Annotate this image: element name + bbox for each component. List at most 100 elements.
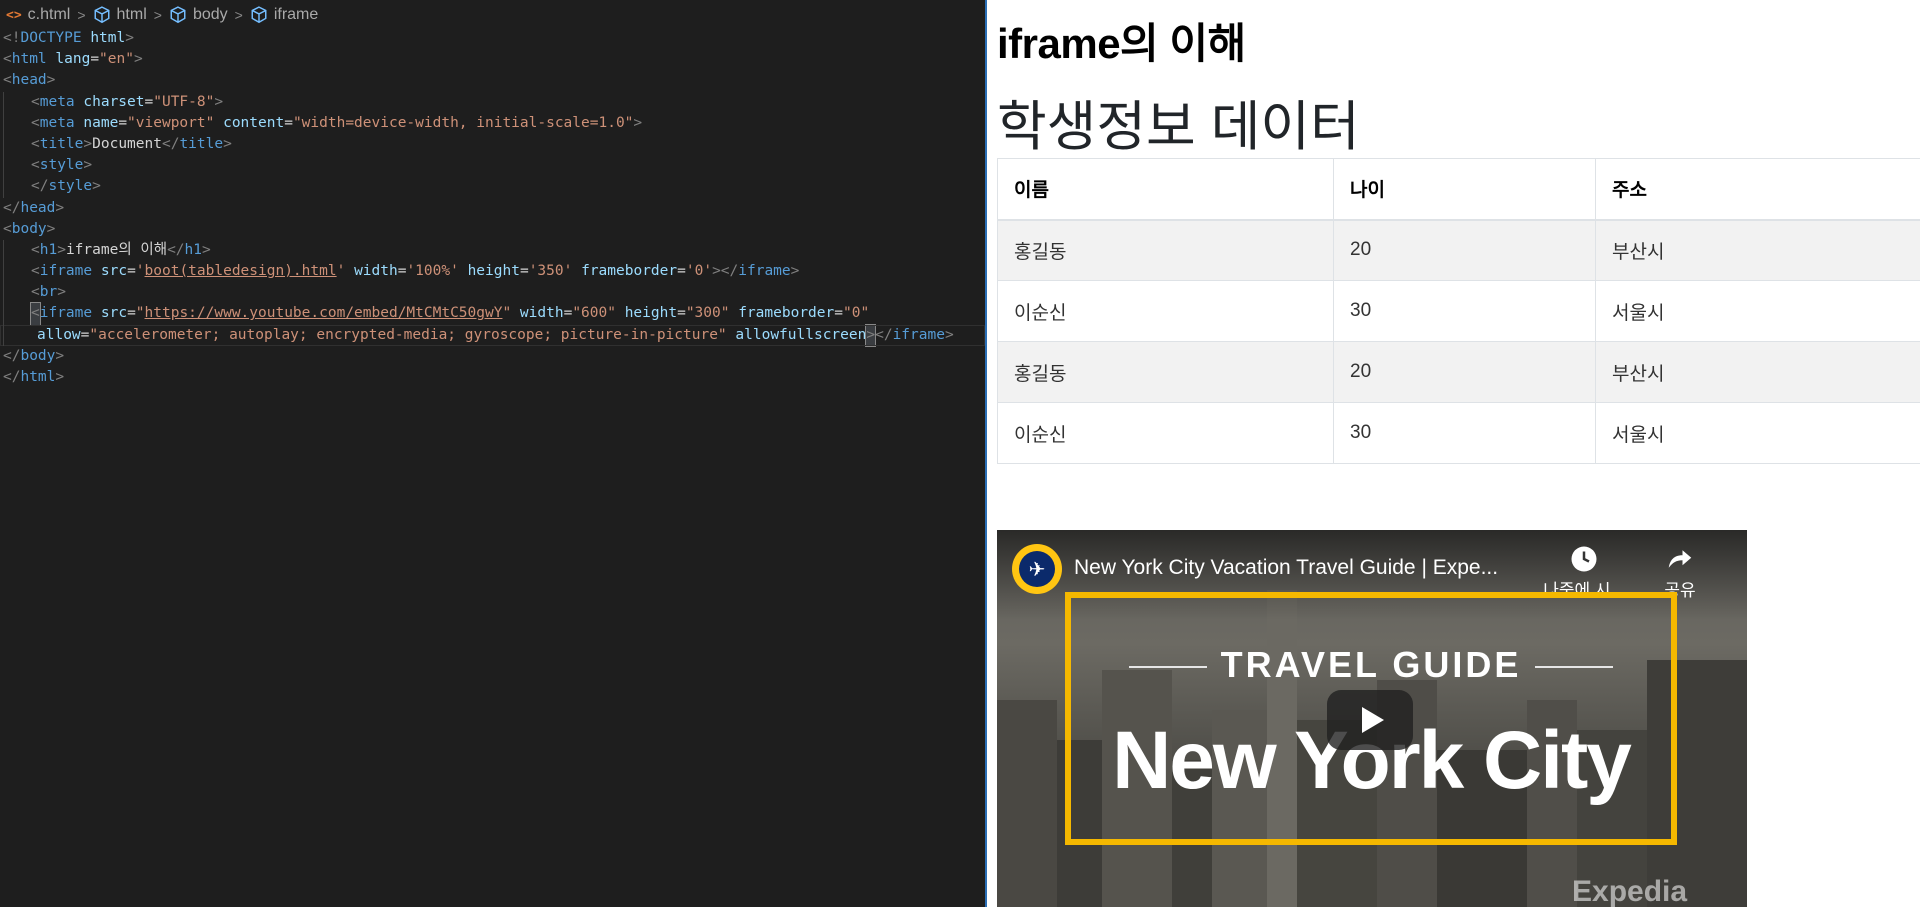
- code-token: https://www.youtube.com/embed/MtCMtC50gw…: [144, 305, 503, 322]
- expedia-plane-icon: ✈: [1019, 551, 1055, 587]
- cell-address: 서울시: [1595, 280, 1920, 342]
- code-token: height: [624, 305, 678, 322]
- code-token: </: [167, 241, 185, 258]
- code-token: =: [834, 305, 843, 322]
- code-token: boot(tabledesign).html: [144, 263, 337, 280]
- table-header-row: 이름 나이 주소: [997, 158, 1920, 221]
- code-token: >: [125, 30, 134, 46]
- code-token: head: [20, 199, 56, 216]
- code-token: <!: [3, 30, 21, 46]
- code-line[interactable]: <meta charset="UTF-8">: [0, 91, 985, 113]
- breadcrumb-file[interactable]: <> c.html: [6, 6, 70, 24]
- code-token: ></: [712, 263, 739, 280]
- code-token: >: [223, 135, 232, 152]
- share-icon: [1668, 550, 1692, 568]
- code-line[interactable]: <head>: [0, 70, 985, 91]
- code-line[interactable]: <body>: [0, 219, 985, 240]
- code-token: "600": [572, 305, 616, 322]
- code-token: >: [57, 284, 66, 301]
- code-line[interactable]: <h1>iframe의 이해</h1>: [0, 239, 985, 262]
- breadcrumb-separator: >: [153, 7, 162, 23]
- video-title[interactable]: New York City Vacation Travel Guide | Ex…: [1074, 556, 1498, 580]
- code-token: <: [31, 284, 40, 301]
- code-line[interactable]: allow="accelerometer; autoplay; encrypte…: [0, 323, 985, 347]
- code-token: >: [865, 323, 877, 347]
- code-line[interactable]: <meta name="viewport" content="width=dev…: [0, 112, 985, 134]
- code-token: iframe: [39, 305, 93, 322]
- channel-avatar[interactable]: ✈: [1012, 544, 1062, 594]
- code-token: frameborder: [738, 305, 835, 322]
- code-line[interactable]: </html>: [0, 367, 985, 388]
- breadcrumb: <> c.html > html > body > iframe: [0, 0, 985, 30]
- indent-guide: [3, 239, 4, 262]
- code-token: head: [11, 72, 47, 89]
- code-token: "accelerometer; autoplay; encrypted-medi…: [89, 326, 727, 343]
- breadcrumb-item-label: html: [116, 6, 147, 23]
- element-cube-icon: [170, 6, 186, 24]
- code-token: <: [31, 157, 40, 174]
- play-button[interactable]: [1327, 690, 1413, 750]
- indent-guide: [3, 91, 4, 113]
- code-token: =: [677, 263, 686, 280]
- cell-age: 30: [1333, 402, 1596, 464]
- code-token: charset: [83, 93, 145, 110]
- cell-age: 20: [1333, 219, 1596, 281]
- breadcrumb-item-iframe[interactable]: iframe: [250, 6, 318, 24]
- indent-guide: [3, 261, 4, 283]
- code-line[interactable]: <iframe src='boot(tabledesign).html' wid…: [0, 261, 985, 283]
- breadcrumb-separator: >: [234, 7, 243, 23]
- code-line[interactable]: </body>: [0, 346, 985, 367]
- code-token: '0': [685, 263, 713, 280]
- cell-age: 30: [1333, 280, 1596, 342]
- code-token: style: [48, 178, 93, 195]
- code-token: =: [519, 263, 529, 280]
- code-token: width: [519, 305, 564, 322]
- code-token: =: [563, 305, 573, 322]
- cell-address: 서울시: [1595, 402, 1920, 464]
- indent-guide: [3, 176, 4, 198]
- code-line[interactable]: </head>: [0, 198, 985, 219]
- code-token: >: [55, 347, 65, 364]
- play-icon: [1361, 707, 1384, 733]
- breadcrumb-item-html[interactable]: html: [93, 6, 147, 24]
- breadcrumb-item-label: iframe: [273, 6, 319, 23]
- code-token: iframe: [39, 263, 93, 280]
- column-header-age: 나이: [1333, 158, 1596, 221]
- code-token: =: [118, 114, 128, 131]
- code-line[interactable]: </style>: [0, 176, 985, 198]
- code-area[interactable]: <!DOCTYPE html> <html lang="en"> <head> <me…: [0, 28, 985, 388]
- cell-name: 홍길동: [997, 341, 1334, 403]
- code-line[interactable]: <iframe src="https://www.youtube.com/emb…: [0, 302, 985, 326]
- youtube-embed[interactable]: ✈ New York City Vacation Travel Guide | …: [997, 530, 1747, 907]
- breadcrumb-item-body[interactable]: body: [169, 6, 228, 24]
- code-token: =: [127, 305, 136, 322]
- code-line[interactable]: <br>: [0, 282, 985, 304]
- code-token: </: [3, 347, 21, 364]
- code-token: </: [3, 369, 21, 385]
- code-token: </: [161, 135, 180, 152]
- code-token: >: [83, 135, 93, 152]
- code-line[interactable]: <html lang="en">: [0, 49, 985, 70]
- code-token: frameborder: [581, 263, 678, 280]
- indent-guide: [3, 282, 4, 304]
- code-line[interactable]: <style>: [0, 155, 985, 177]
- code-token: <: [31, 114, 40, 131]
- code-line[interactable]: <!DOCTYPE html>: [0, 28, 985, 49]
- code-token: >: [790, 263, 800, 280]
- indent-guide: [3, 303, 4, 325]
- code-line[interactable]: <title>Document</title>: [0, 133, 985, 156]
- code-token: =: [90, 51, 100, 68]
- browser-preview: iframe의 이해 학생정보 데이터 이름 나이 주소 홍길동 20 부산시 …: [987, 0, 1920, 907]
- table-row: 이순신 30 서울시: [997, 280, 1920, 342]
- code-token: html: [20, 369, 56, 385]
- cell-address: 부산시: [1595, 219, 1920, 281]
- indent-guide: [3, 155, 4, 177]
- code-token: "0": [842, 305, 870, 322]
- code-token: "width=device-width, initial-scale=1.0": [292, 114, 634, 131]
- code-token: allow: [37, 326, 81, 343]
- code-token: DOCTYPE: [20, 30, 82, 46]
- code-editor[interactable]: <> c.html > html > body > iframe <!DOCTY…: [0, 0, 985, 907]
